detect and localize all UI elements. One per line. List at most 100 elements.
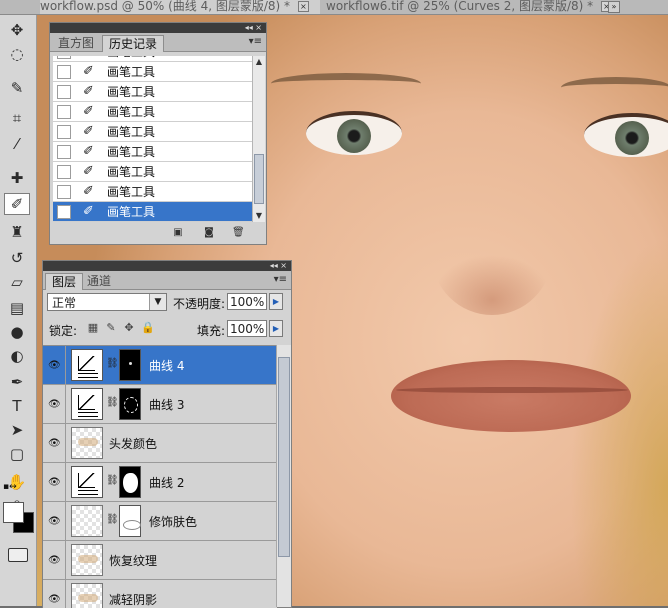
panel-collapse-close-icon[interactable]: ◂◂ × [270,261,287,271]
layer-thumbnail[interactable] [71,427,103,459]
layer-row[interactable]: 👁 减轻阴影 [43,580,277,608]
history-source-checkbox[interactable] [57,56,71,59]
eraser-tool[interactable]: ▱ [4,271,30,293]
layer-thumbnail[interactable] [71,544,103,576]
history-source-checkbox[interactable] [57,104,71,119]
close-icon[interactable]: × [297,1,309,12]
gradient-tool[interactable]: ▤ [4,297,30,319]
layer-visibility-toggle[interactable]: 👁 [43,385,66,423]
layer-list[interactable]: 👁 ⛓ 曲线 4 👁 ⛓ 曲线 3 👁 头发颜色 👁 ⛓ 曲线 2 👁 ⛓ 修饰肤色 👁 恢复纹理 👁 减轻阴影 [43,345,277,608]
fill-input[interactable]: 100% [227,320,267,337]
quick-mask-icon[interactable] [8,548,28,562]
history-scrollbar[interactable]: ▲ ▼ [252,56,265,222]
fill-slider-arrow-icon[interactable]: ▶ [269,320,283,337]
new-document-from-state-icon[interactable]: ▣ [172,228,184,238]
panel-collapse-close-icon[interactable]: ◂◂ × [245,23,262,33]
history-source-checkbox[interactable] [57,204,71,219]
layer-thumbnail[interactable] [71,583,103,608]
layer-mask-thumbnail[interactable] [119,349,141,381]
scroll-thumb[interactable] [254,154,264,204]
layer-thumbnail[interactable] [71,505,103,537]
crop-tool[interactable]: ⌗ [4,107,30,129]
history-source-checkbox[interactable] [57,64,71,79]
layers-scrollbar[interactable] [276,345,291,607]
layer-visibility-toggle[interactable]: 👁 [43,502,66,540]
lock-position-icon[interactable]: ✥ [123,322,135,334]
history-state[interactable]: ✐ 画笔工具 [53,142,252,162]
layer-mask-thumbnail[interactable] [119,466,141,498]
tab-channels[interactable]: 通道 [81,273,117,289]
healing-brush-tool[interactable]: ✚ [4,167,30,189]
link-icon[interactable]: ⛓ [106,514,119,525]
lock-image-icon[interactable]: ✎ [105,322,117,334]
link-icon[interactable]: ⛓ [106,358,119,369]
tab-history[interactable]: 历史记录 [102,35,165,52]
lock-all-icon[interactable]: 🔒 [141,322,155,334]
layer-visibility-toggle[interactable]: 👁 [43,580,66,608]
tab-layers[interactable]: 图层 [45,273,84,290]
scroll-thumb[interactable] [278,357,290,557]
history-state[interactable]: ✐ 画笔工具 [53,102,252,122]
link-icon[interactable]: ⛓ [106,397,119,408]
curves-adjustment-icon[interactable] [71,466,103,498]
shape-tool[interactable]: ▢ [4,443,30,465]
curves-adjustment-icon[interactable] [71,349,103,381]
history-state[interactable]: ✐ 画笔工具 [53,82,252,102]
history-state[interactable]: ✐ 画笔工具 [53,122,252,142]
link-icon[interactable]: ⛓ [106,475,119,486]
snapshot-icon[interactable]: ◙ [203,228,215,238]
marquee-tool[interactable]: ◌ [4,43,30,65]
trash-icon[interactable]: 🗑 [232,228,245,238]
scroll-up-icon[interactable]: ▲ [253,56,265,68]
opacity-slider-arrow-icon[interactable]: ▶ [269,293,283,310]
foreground-color-swatch[interactable] [3,502,24,523]
curves-adjustment-icon[interactable] [71,388,103,420]
layer-row[interactable]: 👁 ⛓ 曲线 3 [43,385,277,424]
panel-menu-icon[interactable]: ▾≡ [274,274,287,285]
panel-grip[interactable]: ◂◂ × [50,23,266,33]
document-tab-workflow6-tif[interactable]: workflow6.tif @ 25% (Curves 2, 图层蒙版/8) *… [326,0,626,14]
blend-mode-select[interactable]: 正常 ▼ [47,293,167,311]
brush-tool[interactable]: ✐ [4,193,30,215]
history-brush-tool[interactable]: ↺ [4,247,30,269]
history-state[interactable]: ✐ 画笔工具 [53,162,252,182]
layer-visibility-toggle[interactable]: 👁 [43,463,66,501]
history-source-checkbox[interactable] [57,184,71,199]
scroll-down-icon[interactable]: ▼ [253,210,265,222]
panel-grip[interactable]: ◂◂ × [43,261,291,271]
document-tab-workflow-psd[interactable]: workflow.psd @ 50% (曲线 4, 图层蒙版/8) * × [40,0,320,14]
layer-row[interactable]: 👁 恢复纹理 [43,541,277,580]
default-colors-swap-icon[interactable]: ▪↔ [3,482,17,492]
dodge-tool[interactable]: ◐ [4,345,30,367]
layer-row[interactable]: 👁 头发颜色 [43,424,277,463]
history-state[interactable]: ✐ 画笔工具 [53,62,252,82]
layer-mask-thumbnail[interactable] [119,388,141,420]
layer-row[interactable]: 👁 ⛓ 修饰肤色 [43,502,277,541]
history-list[interactable]: ✐ 画笔工具 ✐ 画笔工具 ✐ 画笔工具 ✐ 画笔工具 ✐ 画笔工具 ✐ 画笔工具 ✐ 画笔工具 ✐ 画笔工具… [53,56,252,222]
panel-menu-icon[interactable]: ▾≡ [249,36,262,47]
pen-tool[interactable]: ✒ [4,371,30,393]
clone-stamp-tool[interactable]: ♜ [4,221,30,243]
history-state[interactable]: ✐ 画笔工具 [53,202,252,222]
history-state[interactable]: ✐ 画笔工具 [53,182,252,202]
tabs-overflow-icon[interactable]: » [608,1,620,13]
eyedropper-tool[interactable]: ⁄ [4,133,30,155]
move-tool[interactable]: ✥ [4,19,30,41]
tab-histogram[interactable]: 直方图 [52,35,100,51]
layer-visibility-toggle[interactable]: 👁 [43,424,66,462]
layer-mask-thumbnail[interactable] [119,505,141,537]
history-source-checkbox[interactable] [57,84,71,99]
layer-visibility-toggle[interactable]: 👁 [43,541,66,579]
quick-select-tool[interactable]: ✎ [4,77,30,99]
history-source-checkbox[interactable] [57,164,71,179]
path-select-tool[interactable]: ➤ [4,419,30,441]
opacity-input[interactable]: 100% [227,293,267,310]
blur-tool[interactable]: ● [4,321,30,343]
layer-visibility-toggle[interactable]: 👁 [43,346,66,384]
layer-row[interactable]: 👁 ⛓ 曲线 4 [43,346,277,385]
layer-row[interactable]: 👁 ⛓ 曲线 2 [43,463,277,502]
type-tool[interactable]: T [4,395,30,417]
history-source-checkbox[interactable] [57,124,71,139]
lock-transparency-icon[interactable]: ▦ [87,322,99,334]
history-source-checkbox[interactable] [57,144,71,159]
